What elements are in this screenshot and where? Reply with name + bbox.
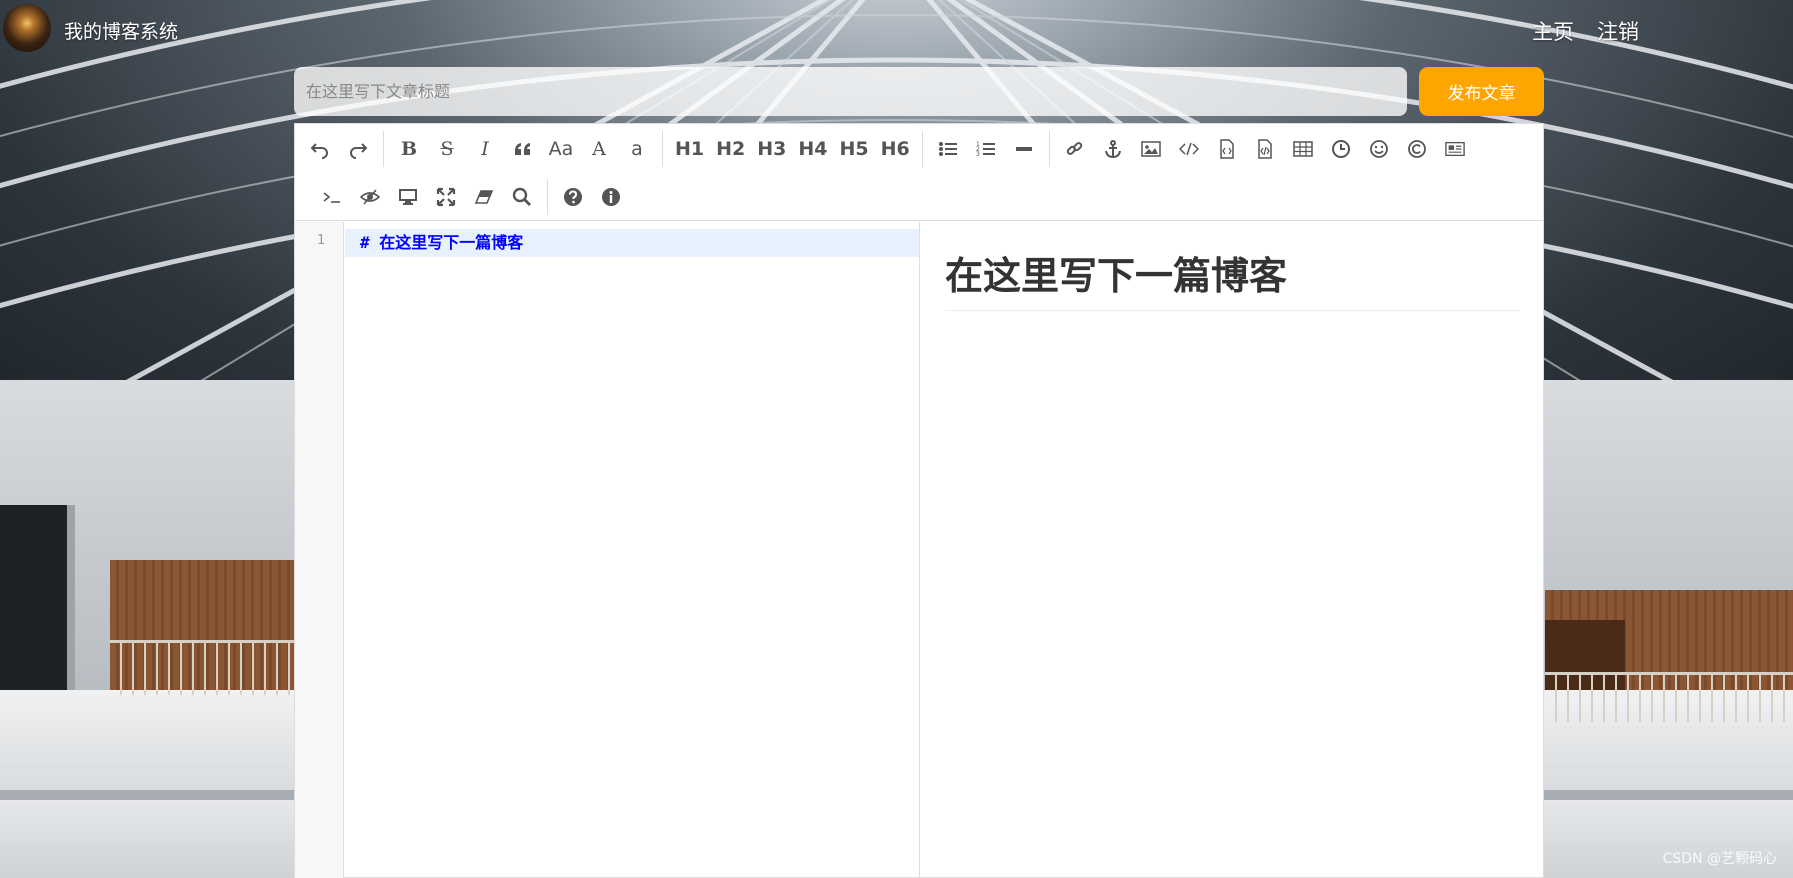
- site-title: 我的博客系统: [64, 21, 179, 43]
- anchor-icon[interactable]: [1096, 133, 1130, 165]
- nav-logout-link[interactable]: 注销: [1597, 16, 1639, 46]
- toolbar-separator: [547, 179, 548, 215]
- preformatted-text-icon[interactable]: [1248, 133, 1282, 165]
- link-icon[interactable]: [1058, 133, 1092, 165]
- line-number: 1: [317, 233, 325, 248]
- article-title-input[interactable]: [294, 67, 1407, 116]
- datetime-icon[interactable]: [1324, 133, 1358, 165]
- h2-button[interactable]: H2: [712, 133, 749, 165]
- preview-pane: 在这里写下一篇博客: [920, 222, 1545, 878]
- logo-avatar: [3, 4, 51, 52]
- image-icon[interactable]: [1134, 133, 1168, 165]
- h4-button[interactable]: H4: [794, 133, 831, 165]
- emoji-icon[interactable]: [1362, 133, 1396, 165]
- markdown-editor: B S I Aa Aa H1 H2 H3 H4 H5 H6 1 2 3 1 # 在这里写下一篇博客 在这里…: [294, 123, 1544, 878]
- code-block-icon[interactable]: [1210, 133, 1244, 165]
- markdown-code-area[interactable]: # 在这里写下一篇博客: [345, 222, 919, 878]
- pagebreak-icon[interactable]: [1438, 133, 1472, 165]
- toolbar-separator: [921, 131, 923, 167]
- preview-heading: 在这里写下一篇博客: [945, 245, 1520, 311]
- fullscreen-icon[interactable]: [429, 181, 463, 213]
- bold-button[interactable]: B: [392, 133, 426, 165]
- editor-toolbar: B S I Aa Aa H1 H2 H3 H4 H5 H6 1 2 3: [295, 124, 1543, 221]
- h6-button[interactable]: H6: [877, 133, 914, 165]
- dark-screen-panel: [0, 505, 75, 690]
- watermark: CSDN @艺颗码心: [1662, 851, 1777, 867]
- nav-home-link[interactable]: 主页: [1532, 16, 1574, 46]
- terminal-icon[interactable]: [315, 181, 349, 213]
- html-entities-icon[interactable]: [1400, 133, 1434, 165]
- quote-icon[interactable]: [506, 133, 540, 165]
- toolbar-separator: [383, 131, 384, 167]
- railing-right: [1545, 672, 1793, 722]
- h1-button[interactable]: H1: [671, 133, 708, 165]
- redo-icon[interactable]: [341, 133, 375, 165]
- toolbar-row-2: [315, 177, 632, 217]
- strikethrough-button[interactable]: S: [430, 133, 464, 165]
- unordered-list-icon[interactable]: [931, 133, 965, 165]
- ordered-list-icon[interactable]: 123: [969, 133, 1003, 165]
- navbar: 我的博客系统 主页 注销: [0, 0, 1793, 56]
- clear-icon[interactable]: [467, 181, 501, 213]
- fullscreen-preview-icon[interactable]: [391, 181, 425, 213]
- h3-button[interactable]: H3: [753, 133, 790, 165]
- toolbar-separator: [662, 131, 663, 167]
- toggle-preview-icon[interactable]: [353, 181, 387, 213]
- search-icon[interactable]: [505, 181, 539, 213]
- inline-code-icon[interactable]: [1172, 133, 1206, 165]
- line-number-gutter: 1: [295, 222, 344, 878]
- lowercase-button[interactable]: a: [620, 133, 654, 165]
- uppercase-button[interactable]: Aa: [544, 133, 578, 165]
- publish-button[interactable]: 发布文章: [1419, 67, 1544, 116]
- horizontal-rule-icon[interactable]: [1007, 133, 1041, 165]
- code-line[interactable]: # 在这里写下一篇博客: [345, 229, 919, 257]
- railing-left: [110, 640, 300, 695]
- undo-icon[interactable]: [303, 133, 337, 165]
- svg-text:3: 3: [976, 151, 980, 158]
- toolbar-separator: [1048, 131, 1050, 167]
- italic-button[interactable]: I: [468, 133, 502, 165]
- editor-body: 1 # 在这里写下一篇博客 在这里写下一篇博客: [295, 222, 1543, 878]
- uppercase-first-button[interactable]: A: [582, 133, 616, 165]
- toolbar-row-1: B S I Aa Aa H1 H2 H3 H4 H5 H6 1 2 3: [303, 129, 1476, 169]
- h5-button[interactable]: H5: [836, 133, 873, 165]
- help-icon[interactable]: [556, 181, 590, 213]
- info-icon[interactable]: [594, 181, 628, 213]
- table-icon[interactable]: [1286, 133, 1320, 165]
